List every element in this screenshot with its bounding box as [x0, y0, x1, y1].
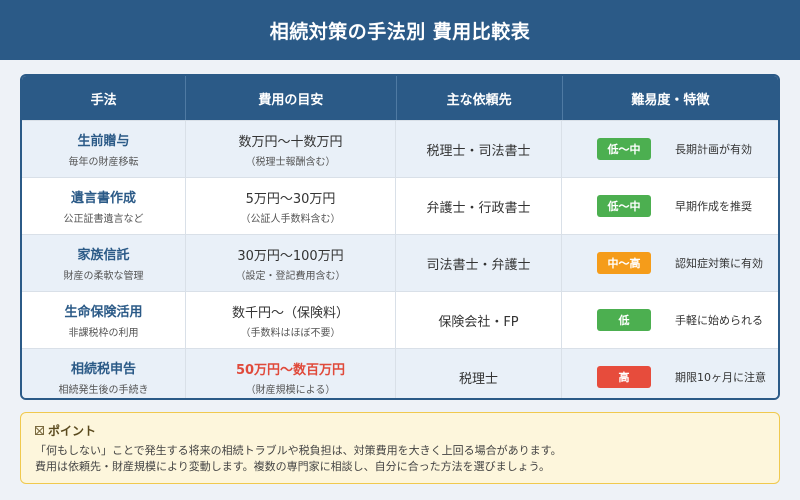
provider-value: 司法書士・弁護士: [426, 257, 531, 273]
method-name: 家族信託: [77, 248, 130, 263]
provider-value: 保険会社・FP: [438, 314, 519, 330]
difficulty-badge: 中〜高: [597, 252, 651, 274]
difficulty-cell: 高 期限10ヶ月に注意: [562, 349, 778, 398]
difficulty-cell: 低〜中 早期作成を推奨: [562, 178, 778, 234]
cost-note: （税理士報酬含む）: [245, 156, 336, 168]
table-row: 生命保険活用 非課税枠の利用 数千円〜（保険料） （手数料はほぼ不要） 保険会社…: [22, 291, 778, 348]
page-title: 相続対策の手法別 費用比較表: [269, 20, 531, 43]
column-header-difficulty: 難易度・特徴: [631, 92, 710, 108]
cost-cell: 数千円〜（保険料） （手数料はほぼ不要）: [186, 292, 396, 348]
method-description: 相続発生後の手続き: [58, 385, 149, 396]
feature-text: 期限10ヶ月に注意: [675, 371, 766, 384]
method-name: 遺言書作成: [70, 191, 136, 206]
note-title: ポイント: [48, 424, 97, 438]
feature-text: 早期作成を推奨: [675, 200, 752, 213]
provider-value: 弁護士・行政書士: [426, 200, 531, 216]
note-header: ポイント: [35, 422, 765, 439]
provider-value: 税理士・司法書士: [426, 143, 531, 159]
table-header: 手法 費用の目安 主な依頼先 難易度・特徴: [22, 76, 778, 120]
provider-cell: 保険会社・FP: [396, 292, 562, 348]
table-row: 遺言書作成 公正証書遺言など 5万円〜30万円 （公証人手数料含む） 弁護士・行…: [22, 177, 778, 234]
difficulty-badge: 低〜中: [597, 195, 651, 217]
comparison-table: 手法 費用の目安 主な依頼先 難易度・特徴 生前贈与 毎年の財産移転 数万円〜十…: [20, 74, 780, 400]
feature-text: 手軽に始められる: [675, 314, 763, 327]
column-header-provider: 主な依頼先: [397, 76, 563, 120]
page-header: 相続対策の手法別 費用比較表: [0, 0, 800, 60]
cost-value: 30万円〜100万円: [237, 248, 344, 264]
method-name: 生前贈与: [77, 134, 130, 149]
table-row: 生前贈与 毎年の財産移転 数万円〜十数万円 （税理士報酬含む） 税理士・司法書士…: [22, 120, 778, 177]
provider-cell: 弁護士・行政書士: [396, 178, 562, 234]
method-description: 公正証書遺言など: [63, 214, 144, 225]
difficulty-cell: 中〜高 認知症対策に有効: [562, 235, 778, 291]
difficulty-cell: 低〜中 長期計画が有効: [562, 121, 778, 177]
feature-text: 認知症対策に有効: [675, 257, 763, 270]
pin-icon: [35, 426, 44, 435]
cost-cell: 30万円〜100万円 （設定・登記費用含む）: [186, 235, 396, 291]
method-cell: 遺言書作成 公正証書遺言など: [22, 178, 186, 234]
method-description: 毎年の財産移転: [68, 157, 139, 168]
table-row: 相続税申告 相続発生後の手続き 50万円〜数百万円 （財産規模による） 税理士 …: [22, 348, 778, 398]
method-description: 非課税枠の利用: [68, 328, 139, 339]
difficulty-badge: 低: [597, 309, 651, 331]
point-note: ポイント 「何もしない」ことで発生する将来の相続トラブルや税負担は、対策費用を大…: [20, 412, 780, 484]
method-cell: 相続税申告 相続発生後の手続き: [22, 349, 186, 398]
column-header-cost: 費用の目安: [186, 76, 397, 120]
method-name: 相続税申告: [70, 362, 136, 377]
method-name: 生命保険活用: [64, 305, 143, 320]
column-header-method: 手法: [22, 76, 187, 120]
table-row: 家族信託 財産の柔軟な管理 30万円〜100万円 （設定・登記費用含む） 司法書…: [22, 234, 778, 291]
difficulty-badge: 低〜中: [597, 138, 651, 160]
cost-value: 5万円〜30万円: [245, 191, 336, 207]
note-line: 「何もしない」ことで発生する将来の相続トラブルや税負担は、対策費用を大きく上回る…: [35, 444, 562, 457]
cost-value: 50万円〜数百万円: [235, 362, 346, 378]
cost-note: （財産規模による）: [245, 384, 336, 396]
provider-cell: 司法書士・弁護士: [396, 235, 562, 291]
provider-cell: 税理士: [396, 349, 562, 398]
provider-cell: 税理士・司法書士: [396, 121, 562, 177]
difficulty-badge: 高: [597, 366, 651, 388]
cost-cell: 5万円〜30万円 （公証人手数料含む）: [186, 178, 396, 234]
cost-note: （手数料はほぼ不要）: [240, 327, 341, 339]
cost-cell: 数万円〜十数万円 （税理士報酬含む）: [186, 121, 396, 177]
method-cell: 生命保険活用 非課税枠の利用: [22, 292, 186, 348]
feature-text: 長期計画が有効: [675, 143, 752, 156]
method-description: 財産の柔軟な管理: [63, 271, 144, 282]
cost-cell: 50万円〜数百万円 （財産規模による）: [186, 349, 396, 398]
method-cell: 生前贈与 毎年の財産移転: [22, 121, 186, 177]
cost-note: （公証人手数料含む）: [240, 213, 341, 225]
note-line: 費用は依頼先・財産規模により変動します。複数の専門家に相談し、自分に合った方法を…: [35, 460, 551, 474]
method-cell: 家族信託 財産の柔軟な管理: [22, 235, 186, 291]
cost-value: 数万円〜十数万円: [238, 134, 343, 150]
provider-value: 税理士: [458, 371, 498, 387]
cost-note: （設定・登記費用含む）: [235, 270, 346, 282]
difficulty-cell: 低 手軽に始められる: [562, 292, 778, 348]
cost-value: 数千円〜（保険料）: [231, 305, 349, 321]
